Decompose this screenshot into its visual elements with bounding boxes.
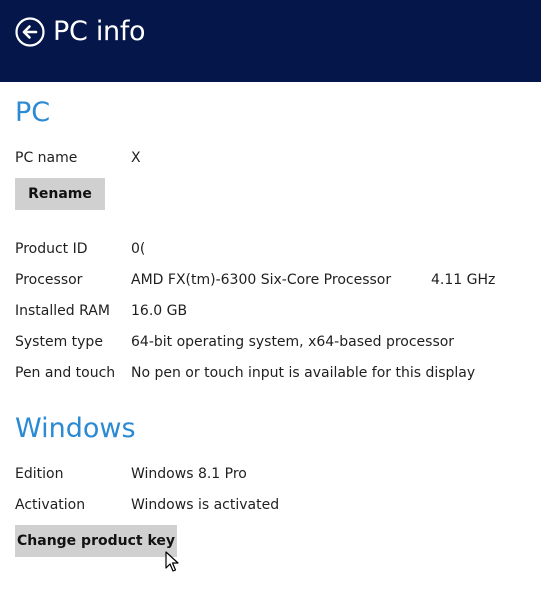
system-type-value: 64-bit operating system, x64-based proce… <box>131 334 455 350</box>
installed-ram-label: Installed RAM <box>15 303 110 319</box>
mouse-pointer-icon <box>165 551 179 577</box>
rename-button[interactable]: Rename <box>15 178 105 210</box>
product-id-value: 0( <box>131 241 146 257</box>
page-title: PC info <box>53 16 146 47</box>
installed-ram-value: 16.0 GB <box>131 303 188 319</box>
processor-speed: 4.11 GHz <box>431 272 496 288</box>
back-button[interactable] <box>15 17 45 47</box>
processor-value: AMD FX(tm)-6300 Six-Core Processor <box>131 272 392 288</box>
activation-label: Activation <box>15 497 86 513</box>
product-id-label: Product ID <box>15 241 88 257</box>
pen-and-touch-value: No pen or touch input is available for t… <box>131 365 476 381</box>
edition-value: Windows 8.1 Pro <box>131 466 247 482</box>
app-header: PC info <box>0 0 541 82</box>
pc-name-value: X <box>131 150 141 166</box>
pen-and-touch-label: Pen and touch <box>15 365 116 381</box>
processor-label: Processor <box>15 272 83 288</box>
system-type-label: System type <box>15 334 103 350</box>
section-title-windows: Windows <box>15 413 136 444</box>
edition-label: Edition <box>15 466 64 482</box>
change-product-key-button[interactable]: Change product key <box>15 525 177 557</box>
activation-value: Windows is activated <box>131 497 280 513</box>
back-arrow-circle-icon <box>15 17 45 47</box>
section-title-pc: PC <box>15 97 51 128</box>
pc-name-label: PC name <box>15 150 78 166</box>
